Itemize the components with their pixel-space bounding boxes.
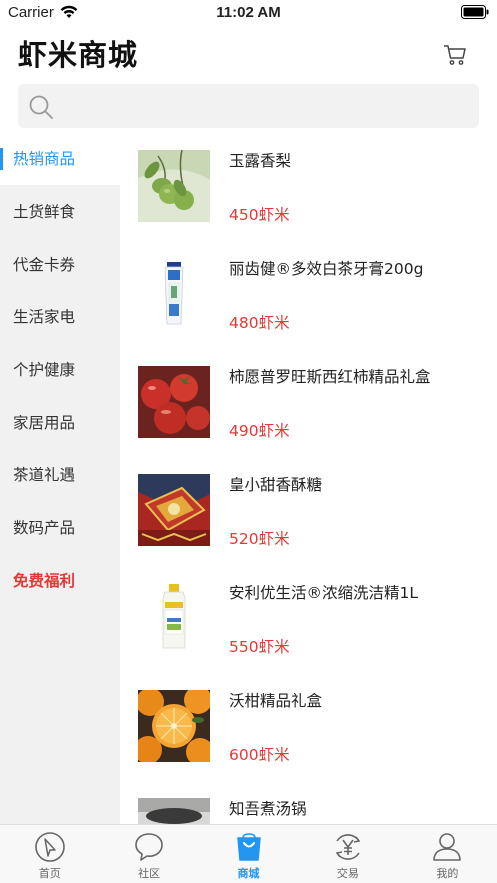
product-image-oranges	[138, 690, 210, 762]
product-image-toothpaste	[138, 258, 210, 330]
sidebar-item-label: 个护健康	[13, 361, 76, 380]
product-price: 480虾米	[229, 314, 290, 332]
sidebar-item-label: 生活家电	[13, 308, 76, 327]
tab-label: 商城	[237, 867, 260, 880]
product-price: 520虾米	[229, 530, 290, 548]
product-item[interactable]: 沃柑精品礼盒 600虾米	[120, 672, 497, 780]
product-name: 知吾煮汤锅	[229, 800, 307, 818]
product-image-candy-box	[138, 474, 210, 546]
product-item[interactable]: 丽齿健®多效白茶牙膏200g 480虾米	[120, 240, 497, 348]
product-image-pears	[138, 150, 210, 222]
header: 虾米商城	[0, 26, 497, 78]
product-name: 皇小甜香酥糖	[229, 476, 323, 494]
product-name: 玉露香梨	[229, 152, 292, 170]
tab-label: 首页	[38, 867, 61, 880]
product-item[interactable]: 皇小甜香酥糖 520虾米	[120, 456, 497, 564]
compass-icon	[34, 832, 65, 862]
status-time: 11:02 AM	[216, 4, 281, 21]
product-name: 沃柑精品礼盒	[229, 692, 323, 710]
product-name: 丽齿健®多效白茶牙膏200g	[229, 260, 424, 278]
sidebar-item-label: 家居用品	[13, 413, 76, 432]
sidebar-item-label: 代金卡券	[13, 255, 76, 274]
yen-exchange-icon	[335, 834, 361, 860]
tab-mall[interactable]: 商城	[199, 825, 298, 883]
sidebar-item-household[interactable]: 家居用品	[0, 395, 120, 448]
chat-bubble-icon	[135, 833, 163, 861]
product-item[interactable]: 柿愿普罗旺斯西红柿精品礼盒 490虾米	[120, 348, 497, 456]
tab-label: 我的	[436, 867, 459, 880]
product-name: 柿愿普罗旺斯西红柿精品礼盒	[229, 368, 431, 386]
person-icon	[433, 833, 462, 861]
product-item[interactable]: 知吾煮汤锅	[120, 780, 497, 824]
search-bar[interactable]	[18, 84, 479, 128]
product-price: 450虾米	[229, 206, 290, 224]
sidebar-item-personal-care[interactable]: 个护健康	[0, 343, 120, 396]
product-item[interactable]: 安利优生活®浓缩洗洁精1L 550虾米	[120, 564, 497, 672]
sidebar-item-hot-products[interactable]: 热销商品	[0, 132, 120, 185]
sidebar-item-home-appliances[interactable]: 生活家电	[0, 290, 120, 343]
tab-community[interactable]: 社区	[99, 825, 198, 883]
sidebar-item-label: 热销商品	[13, 150, 76, 169]
product-image-tomatoes	[138, 366, 210, 438]
page-title: 虾米商城	[18, 38, 139, 72]
product-name: 安利优生活®浓缩洗洁精1L	[229, 584, 418, 602]
tab-label: 交易	[336, 867, 359, 880]
sidebar-item-tea-gifts[interactable]: 茶道礼遇	[0, 448, 120, 501]
tab-home[interactable]: 首页	[0, 825, 99, 883]
tab-profile[interactable]: 我的	[398, 825, 497, 883]
product-price: 550虾米	[229, 638, 290, 656]
tab-trade[interactable]: 交易	[298, 825, 397, 883]
cart-icon	[444, 45, 466, 65]
product-image-dish-soap	[138, 582, 210, 654]
sidebar-item-free-benefits[interactable]: 免费福利	[0, 554, 120, 607]
sidebar-item-label: 数码产品	[13, 519, 76, 538]
search-input[interactable]	[62, 90, 467, 122]
product-item[interactable]: 玉露香梨 450虾米	[120, 132, 497, 240]
sidebar-item-local-fresh-food[interactable]: 土货鲜食	[0, 185, 120, 238]
cart-button[interactable]	[440, 40, 470, 70]
sidebar-item-label: 免费福利	[13, 571, 76, 590]
sidebar-item-digital[interactable]: 数码产品	[0, 501, 120, 554]
product-price: 490虾米	[229, 422, 290, 440]
shopping-bag-icon	[236, 833, 261, 861]
sidebar-item-label: 茶道礼遇	[13, 466, 76, 485]
status-bar: Carrier 11:02 AM	[0, 0, 497, 26]
category-sidebar: 热销商品 土货鲜食 代金卡券 生活家电 个护健康 家居用品 茶道礼遇 数码产品 …	[0, 132, 120, 824]
battery-icon	[461, 5, 489, 19]
product-price: 600虾米	[229, 746, 290, 764]
tab-bar: 首页 社区 商城 交易 我的	[0, 824, 497, 883]
tab-label: 社区	[138, 867, 161, 880]
product-image-soup-pot	[138, 798, 210, 824]
product-list: 玉露香梨 450虾米 丽齿健®多效白茶牙膏200g 480虾米 柿愿普罗旺斯西红…	[120, 132, 497, 824]
sidebar-item-label: 土货鲜食	[13, 203, 76, 222]
sidebar-item-vouchers[interactable]: 代金卡券	[0, 237, 120, 290]
search-icon	[29, 95, 53, 119]
